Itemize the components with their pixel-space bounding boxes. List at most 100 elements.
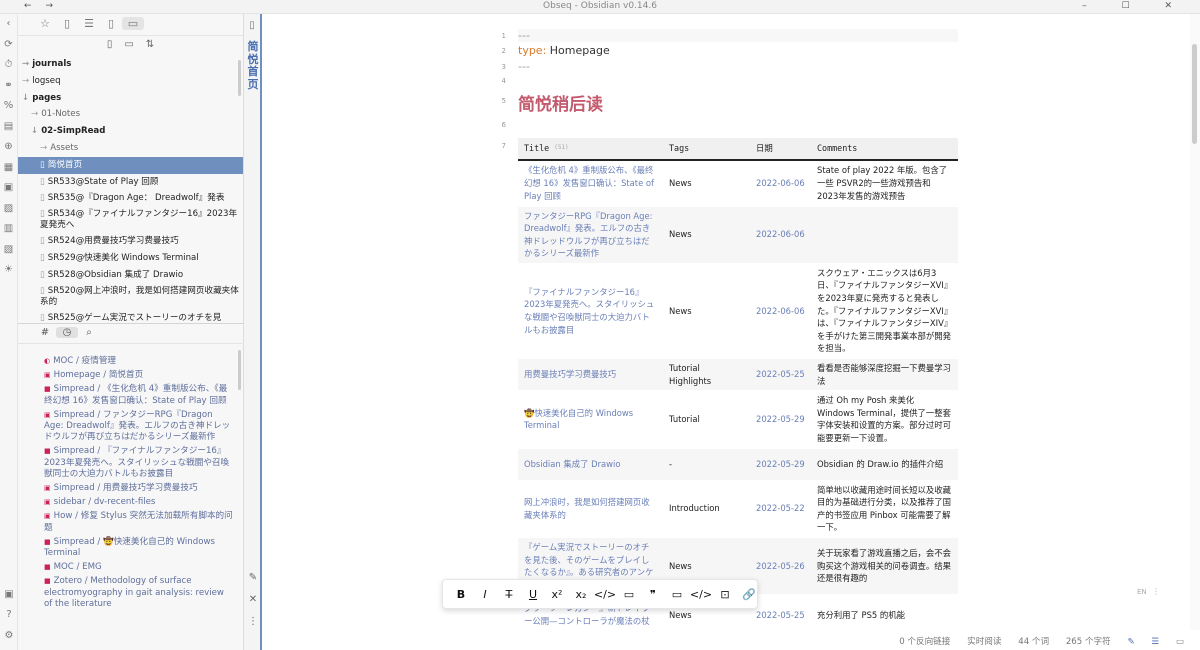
file-tree-item[interactable]: ↓ 02-SimpRead	[18, 123, 243, 140]
recent-file-item[interactable]: ◐ MOC / 疫情管理	[44, 356, 234, 367]
link-button[interactable]: 🔗	[737, 584, 761, 606]
stack-icon[interactable]: ▨	[0, 199, 17, 220]
file-tree-item[interactable]: ▯ SR533@State of Play 回顾	[18, 174, 243, 191]
bold-button[interactable]: B	[449, 584, 473, 606]
file-tree-item[interactable]: ▯ 简悦首页	[18, 156, 243, 174]
column-header-date[interactable]: 日期	[750, 138, 811, 161]
file-tree-item[interactable]: ▯ SR535@『Dragon Age： Dreadwolf』発表	[18, 190, 243, 207]
page-heading[interactable]: 简悦稍后读	[518, 90, 603, 115]
grid-icon[interactable]: ▦	[0, 158, 17, 179]
recent-files-scrollbar[interactable]	[238, 350, 241, 390]
more-options-icon[interactable]: ⋮	[244, 616, 262, 627]
file-tree-item[interactable]: → journals	[18, 56, 243, 73]
superscript-button[interactable]: x²	[545, 584, 569, 606]
recent-file-item[interactable]: ■ Simpread / 🤠快速美化自己的 Windows Terminal	[44, 537, 234, 559]
editor-scrollbar-thumb[interactable]	[1192, 44, 1197, 144]
file-tree-item[interactable]: ▯ SR534@『ファイナルファンタジー16』2023年夏発売へ	[18, 207, 243, 233]
new-note-icon[interactable]: ▯	[107, 39, 113, 50]
image-icon[interactable]: ▣	[0, 178, 17, 199]
inline-code-button[interactable]: </>	[593, 584, 617, 606]
recent-file-item[interactable]: ▣ How / 修复 Stylus 突然无法加载所有脚本的问题	[44, 511, 234, 533]
blockquote-button[interactable]: ❞	[641, 584, 665, 606]
column-header-tags[interactable]: Tags	[663, 138, 750, 161]
folder-tab-icon[interactable]: ▭	[122, 17, 144, 30]
file-tree-item[interactable]: → logseq	[18, 73, 243, 90]
tags-tab-icon[interactable]: #	[34, 327, 56, 338]
plus-icon[interactable]: ⊕	[0, 137, 17, 158]
sort-icon[interactable]: ⇅	[146, 39, 154, 50]
cell-title[interactable]: Obsidian 集成了 Drawio	[518, 448, 663, 481]
sync-icon[interactable]: ✎	[1127, 637, 1134, 647]
italic-button[interactable]: I	[473, 584, 497, 606]
cell-title[interactable]: 用费曼技巧学习费曼技巧	[518, 358, 663, 392]
recent-file-item[interactable]: ■ Simpread / 《生化危机 4》重制版公布、《最终幻想 16》发售窗口确…	[44, 384, 234, 406]
strikethrough-button[interactable]: T̶	[497, 584, 521, 606]
subscript-button[interactable]: x₂	[569, 584, 593, 606]
underline-button[interactable]: U	[521, 584, 545, 606]
frontmatter-line[interactable]: type: Homepage	[518, 44, 610, 57]
cell-title[interactable]: 🤠快速美化自己的 Windows Terminal	[518, 390, 663, 449]
recent-files-tab-icon[interactable]: ◷	[56, 327, 78, 338]
table-icon[interactable]: ▧	[0, 240, 17, 261]
file-tree-item[interactable]: → Assets	[18, 140, 243, 157]
note-file-icon[interactable]: ▯	[244, 20, 260, 31]
recent-file-item[interactable]: ▣ Homepage / 简悦首页	[44, 370, 234, 381]
template-button[interactable]: ⊡	[713, 584, 737, 606]
embed-button[interactable]: ▭	[617, 584, 641, 606]
vertical-tab-title[interactable]: 简悦首页	[244, 40, 262, 91]
file-tree-item[interactable]: → 01-Notes	[18, 106, 243, 123]
notes-icon[interactable]: ▤	[0, 117, 17, 138]
column-header-title[interactable]: Title (51)	[518, 138, 663, 161]
code-block-button[interactable]: </>	[689, 584, 713, 606]
column-header-comments[interactable]: Comments	[811, 138, 958, 161]
layout-icon[interactable]: ▭	[1176, 637, 1184, 647]
clock-icon[interactable]: ⏱	[0, 55, 17, 76]
recent-file-item[interactable]: ▣ sidebar / dv-recent-files	[44, 497, 234, 508]
graph-icon[interactable]: ⚭	[0, 76, 17, 97]
close-icon[interactable]: ✕	[244, 594, 262, 605]
frontmatter-open[interactable]: ---	[518, 29, 958, 42]
callout-button[interactable]: ▭	[665, 584, 689, 606]
file-tree-item[interactable]: ↓ pages	[18, 90, 243, 107]
file-type-icon: ▣	[44, 484, 51, 493]
frontmatter-close[interactable]: ---	[518, 60, 530, 73]
outline-tab-icon[interactable]: ☰	[78, 17, 100, 30]
settings-icon[interactable]: ⚙	[0, 626, 18, 647]
sun-icon[interactable]: ☀	[0, 260, 17, 281]
vault-icon[interactable]: ▣	[0, 585, 18, 606]
cell-title[interactable]: 《生化危机 4》重制版公布、《最终幻想 16》发售窗口确认：State of P…	[518, 160, 663, 207]
starred-tab-icon[interactable]: ☆	[34, 17, 56, 30]
recent-file-item[interactable]: ■ Zotero / Methodology of surface electro…	[44, 576, 234, 610]
collapse-icon[interactable]: ‹	[0, 14, 17, 35]
recent-file-item[interactable]: ■ Simpread / 『ファイナルファンタジー16』2023年夏発売へ。スタイ…	[44, 446, 234, 480]
language-more-icon[interactable]: ⋮	[1152, 587, 1160, 596]
recent-file-item[interactable]: ▣ Simpread / ファンタジーRPG『Dragon Age: Dreadw…	[44, 410, 234, 444]
status-bar: 0 个反向链接 实时阅读 44 个词 265 个字符 ✎ ☰ ▭	[264, 630, 1200, 650]
list-view-icon[interactable]: ☰	[1151, 637, 1159, 647]
page-tab-icon[interactable]: ▯	[100, 17, 122, 30]
recent-file-label: Simpread / 用费曼技巧学习费曼技巧	[53, 483, 198, 494]
search-tab-icon[interactable]: ⌕	[78, 327, 100, 338]
kanban-icon[interactable]: ▥	[0, 219, 17, 240]
recent-file-item[interactable]: ▣ Simpread / 用费曼技巧学习费曼技巧	[44, 483, 234, 494]
cell-title[interactable]: 『ファイナルファンタジー16』2023年夏発売へ。スタイリッシュな戦闘や召喚獣同…	[518, 263, 663, 360]
percent-icon[interactable]: %	[0, 96, 17, 117]
recent-file-item[interactable]: ■ MOC / EMG	[44, 562, 234, 573]
edit-icon[interactable]: ✎	[244, 572, 262, 583]
file-tree-item[interactable]: ▯ SR524@用费曼技巧学习费曼技巧	[18, 233, 243, 250]
cell-title[interactable]: 网上冲浪时，我是如何搭建网页收藏夹体系的	[518, 480, 663, 538]
window-controls[interactable]: – ☐ ✕	[1082, 1, 1188, 11]
backlinks-count[interactable]: 0 个反向链接	[899, 637, 950, 647]
new-folder-icon[interactable]: ▭	[124, 39, 133, 50]
help-icon[interactable]: ?	[0, 605, 18, 626]
file-tree-scrollbar[interactable]	[238, 60, 241, 96]
reading-mode[interactable]: 实时阅读	[967, 637, 1001, 647]
editor-scrollbar[interactable]	[1190, 14, 1200, 630]
folder-toggle-icon: →	[31, 109, 39, 120]
sync-icon[interactable]: ⟳	[0, 35, 17, 56]
file-tree-item[interactable]: ▯ SR529@快速美化 Windows Terminal	[18, 250, 243, 267]
cell-title[interactable]: ファンタジーRPG『Dragon Age: Dreadwolf』発表。エルフの古…	[518, 206, 663, 264]
file-tree-item[interactable]: ▯ SR528@Obsidian 集成了 Drawio	[18, 267, 243, 284]
file-tree-item[interactable]: ▯ SR520@网上冲浪时，我是如何搭建网页收藏夹体系的	[18, 284, 243, 310]
file-tab-icon[interactable]: ▯	[56, 17, 78, 30]
